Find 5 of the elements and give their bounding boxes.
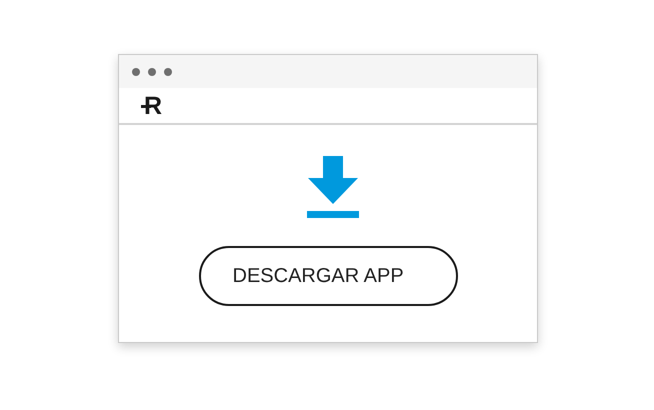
window-dot <box>164 68 172 76</box>
download-icon <box>306 156 358 219</box>
window-dot <box>132 68 140 76</box>
window-dot <box>148 68 156 76</box>
download-app-button[interactable]: DESCARGAR APP <box>198 246 458 306</box>
